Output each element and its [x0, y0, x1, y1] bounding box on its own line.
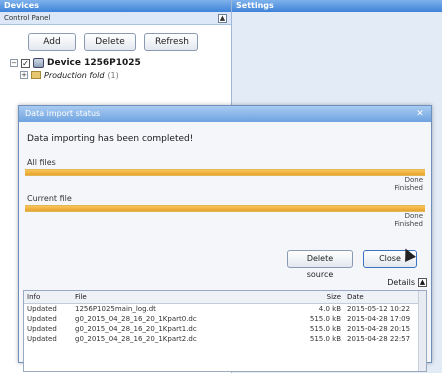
settings-panel-title: Settings	[232, 0, 442, 12]
current-file-status: Done Finished	[25, 212, 425, 228]
details-toggle-row[interactable]: Details ▲	[387, 278, 427, 287]
completion-message: Data importing has been completed!	[27, 134, 194, 144]
row-info: Updated	[27, 304, 57, 313]
folder-icon	[31, 71, 41, 79]
tree-item-production-fold[interactable]: + Production fold (1)	[10, 69, 231, 81]
table-row[interactable]: Updated 1256P1025main_log.dt 4.0 kB 2015…	[24, 303, 426, 314]
log-scrollbar[interactable]	[418, 291, 426, 371]
row-size: 515.0 kB	[309, 334, 341, 343]
all-files-status-finished: Finished	[394, 184, 423, 192]
row-file: 1256P1025main_log.dt	[75, 304, 156, 313]
table-row[interactable]: Updated g0_2015_04_28_16_20_1Kpart1.dc 5…	[24, 324, 426, 334]
dialog-actions: Delete source Close	[287, 250, 417, 279]
dialog-body: Data importing has been completed! All f…	[19, 122, 431, 372]
table-row[interactable]: Updated g0_2015_04_28_16_20_1Kpart0.dc 5…	[24, 314, 426, 324]
close-icon[interactable]: ✕	[415, 109, 425, 119]
device-label: Device 1256P1025	[47, 58, 141, 68]
import-log-table: Info File Size Date Updated 1256P1025mai…	[23, 290, 427, 372]
row-date: 2015-04-28 17:09	[347, 314, 411, 323]
details-label: Details	[387, 278, 415, 287]
refresh-button[interactable]: Refresh	[144, 33, 198, 51]
devices-panel-title: Devices	[0, 0, 231, 12]
log-header-row: Info File Size Date	[24, 291, 426, 304]
dialog-title: Data import status	[25, 109, 101, 118]
row-size: 4.0 kB	[318, 304, 341, 313]
tree-item-device[interactable]: − ✓ Device 1256P1025	[10, 57, 231, 69]
row-info: Updated	[27, 334, 57, 343]
row-file: g0_2015_04_28_16_20_1Kpart0.dc	[75, 314, 197, 323]
expand-tree-icon[interactable]: +	[20, 71, 28, 79]
delete-button[interactable]: Delete	[84, 33, 136, 51]
row-info: Updated	[27, 314, 57, 323]
device-checkbox[interactable]: ✓	[21, 58, 30, 68]
chevron-up-icon[interactable]: ▲	[418, 278, 427, 287]
production-fold-count: (1)	[107, 70, 119, 80]
import-status-dialog: Data import status ✕ Data importing has …	[18, 105, 432, 372]
row-date: 2015-04-28 22:57	[347, 334, 411, 343]
add-button[interactable]: Add	[28, 33, 76, 51]
all-files-progress-group: All files Done Finished	[25, 158, 425, 192]
row-size: 515.0 kB	[309, 324, 341, 333]
device-toolbar: Add Delete Refresh	[0, 25, 231, 51]
dialog-titlebar[interactable]: Data import status ✕	[19, 106, 431, 122]
current-file-progress-bar	[25, 205, 425, 212]
current-file-progress-group: Current file Done Finished	[25, 194, 425, 228]
current-file-label: Current file	[27, 194, 72, 203]
row-size: 515.0 kB	[309, 314, 341, 323]
row-info: Updated	[27, 324, 57, 333]
column-header-info[interactable]: Info	[24, 291, 72, 304]
all-files-progress-bar	[25, 169, 425, 176]
current-file-status-done: Done	[404, 212, 423, 220]
production-fold-label: Production fold	[44, 70, 105, 80]
row-date: 2015-05-12 10:22	[347, 304, 411, 313]
all-files-label: All files	[27, 158, 56, 167]
delete-source-button[interactable]: Delete source	[287, 250, 353, 279]
control-panel-header: Control Panel ▲	[0, 12, 231, 25]
row-file: g0_2015_04_28_16_20_1Kpart1.dc	[75, 324, 197, 333]
all-files-progress-fill	[25, 170, 425, 175]
control-panel-label: Control Panel	[4, 14, 51, 22]
device-icon	[33, 58, 44, 68]
collapse-tree-icon[interactable]: −	[10, 59, 18, 67]
all-files-status: Done Finished	[25, 176, 425, 192]
column-header-size[interactable]: Size	[306, 291, 344, 304]
current-file-status-finished: Finished	[394, 220, 423, 228]
collapse-icon[interactable]: ▲	[218, 14, 227, 23]
table-row[interactable]: Updated g0_2015_04_28_16_20_1Kpart2.dc 5…	[24, 334, 426, 344]
device-tree: − ✓ Device 1256P1025 + Production fold (…	[0, 51, 231, 81]
column-header-date[interactable]: Date	[344, 291, 426, 304]
row-file: g0_2015_04_28_16_20_1Kpart2.dc	[75, 334, 197, 343]
row-date: 2015-04-28 20:15	[347, 324, 411, 333]
column-header-file[interactable]: File	[72, 291, 306, 304]
all-files-status-done: Done	[404, 176, 423, 184]
current-file-progress-fill	[25, 206, 425, 211]
